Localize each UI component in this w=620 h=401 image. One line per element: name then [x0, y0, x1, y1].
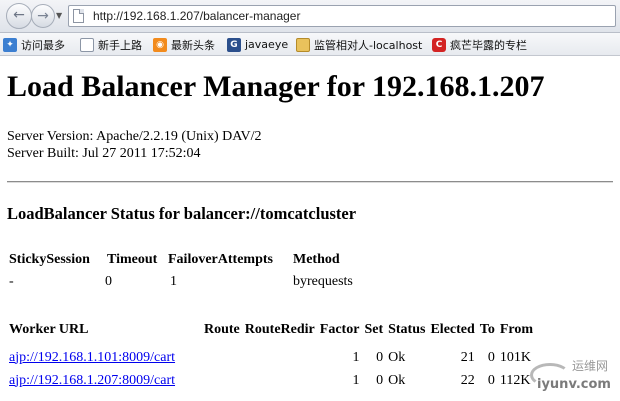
elected-value: 21	[460, 349, 475, 365]
elected-value: 22	[460, 372, 475, 388]
set-value: 0	[376, 372, 384, 388]
browser-toolbar: ← → ▼ http://192.168.1.207/balancer-mana…	[0, 0, 620, 33]
server-version: Server Version: Apache/2.2.19 (Unix) DAV…	[7, 129, 262, 144]
to-value: 0	[487, 349, 495, 365]
worker-url-cell: ajp://192.168.1.207:8009/cart	[7, 369, 202, 392]
worker-table: Worker URL Route RouteRedir Factor Set S…	[7, 322, 536, 392]
bookmark-icon: ✦	[3, 37, 17, 52]
horizontal-rule	[7, 181, 613, 183]
folder-icon	[296, 37, 310, 52]
timeout-value: 0	[105, 274, 112, 289]
status-value: Ok	[388, 349, 406, 365]
column-header: Route	[204, 322, 240, 337]
status-heading: LoadBalancer Status for balancer://tomca…	[7, 204, 357, 223]
column-header: From	[499, 322, 534, 337]
table-header-row: Worker URL Route RouteRedir Factor Set S…	[7, 322, 536, 346]
bookmark-localhost[interactable]: 监管相对人-localhost	[296, 36, 422, 53]
table-header-row: StickySession Timeout FailoverAttempts M…	[7, 250, 356, 270]
bookmarks-bar: ✦ 访问最多 新手上路 ◉ 最新头条 G javaeye 监管相对人-local…	[0, 33, 620, 56]
column-header: Factor	[319, 322, 360, 337]
route-redir-value	[243, 369, 318, 392]
bookmark-label: javaeye	[245, 38, 289, 51]
bookmark-label: 访问最多	[21, 38, 65, 52]
route-value	[202, 369, 243, 392]
column-header: Worker URL	[9, 322, 89, 337]
watermark-bottom-text: iyunv.com	[537, 377, 611, 392]
column-header: Method	[293, 252, 340, 267]
column-header: Timeout	[107, 252, 158, 267]
method-value: byrequests	[293, 274, 353, 289]
bookmark-javaeye[interactable]: G javaeye	[227, 36, 288, 53]
column-header: Status	[388, 322, 426, 337]
column-header: FailoverAttempts	[168, 252, 273, 267]
forward-button[interactable]: →	[31, 4, 55, 28]
worker-url-link[interactable]: ajp://192.168.1.101:8009/cart	[9, 350, 175, 365]
failover-value: 1	[170, 274, 177, 289]
factor-value: 1	[352, 349, 360, 365]
watermark: 运维网 iyunv.com	[530, 355, 618, 399]
bookmark-latest-headlines[interactable]: ◉ 最新头条	[153, 36, 215, 53]
url-text[interactable]: http://192.168.1.207/balancer-manager	[93, 9, 300, 23]
bookmark-label: 新手上路	[98, 38, 142, 52]
route-redir-value	[243, 346, 318, 369]
worker-url-link[interactable]: ajp://192.168.1.207:8009/cart	[9, 373, 175, 388]
balancer-table: StickySession Timeout FailoverAttempts M…	[7, 250, 356, 294]
server-info: Server Version: Apache/2.2.19 (Unix) DAV…	[7, 128, 262, 162]
column-header: To	[479, 322, 495, 337]
server-built: Server Built: Jul 27 2011 17:52:04	[7, 146, 201, 161]
route-value	[202, 346, 243, 369]
address-bar[interactable]: http://192.168.1.207/balancer-manager	[68, 5, 616, 27]
rss-icon: ◉	[153, 37, 167, 52]
column-header: StickySession	[9, 252, 90, 267]
site-icon: G	[227, 37, 241, 52]
sticky-session-value: -	[9, 274, 14, 289]
page-title: Load Balancer Manager for 192.168.1.207	[7, 70, 545, 103]
to-value: 0	[487, 372, 495, 388]
history-dropdown-icon[interactable]: ▼	[56, 10, 66, 22]
worker-url-cell: ajp://192.168.1.101:8009/cart	[7, 346, 202, 369]
table-row: ajp://192.168.1.207:8009/cart 1 0 Ok 22 …	[7, 369, 536, 392]
watermark-top-text: 运维网	[572, 359, 609, 373]
bookmark-getting-started[interactable]: 新手上路	[80, 36, 142, 53]
status-value: Ok	[388, 372, 406, 388]
set-value: 0	[376, 349, 384, 365]
column-header: Elected	[430, 322, 475, 337]
back-button[interactable]: ←	[6, 3, 32, 29]
bookmark-label: 监管相对人-localhost	[314, 38, 423, 52]
factor-value: 1	[352, 372, 360, 388]
page-icon	[73, 9, 84, 23]
column-header: Set	[364, 322, 384, 337]
page-icon	[80, 37, 94, 52]
table-row: ajp://192.168.1.101:8009/cart 1 0 Ok 21 …	[7, 346, 536, 369]
table-row: - 0 1 byrequests	[7, 270, 356, 294]
bookmark-column[interactable]: C 疯芒毕露的专栏	[432, 36, 527, 53]
bookmark-label: 最新头条	[171, 38, 215, 52]
csdn-icon: C	[432, 37, 446, 52]
column-header: RouteRedir	[244, 322, 315, 337]
bookmark-label: 疯芒毕露的专栏	[450, 38, 527, 52]
bookmark-most-visited[interactable]: ✦ 访问最多	[3, 36, 65, 53]
